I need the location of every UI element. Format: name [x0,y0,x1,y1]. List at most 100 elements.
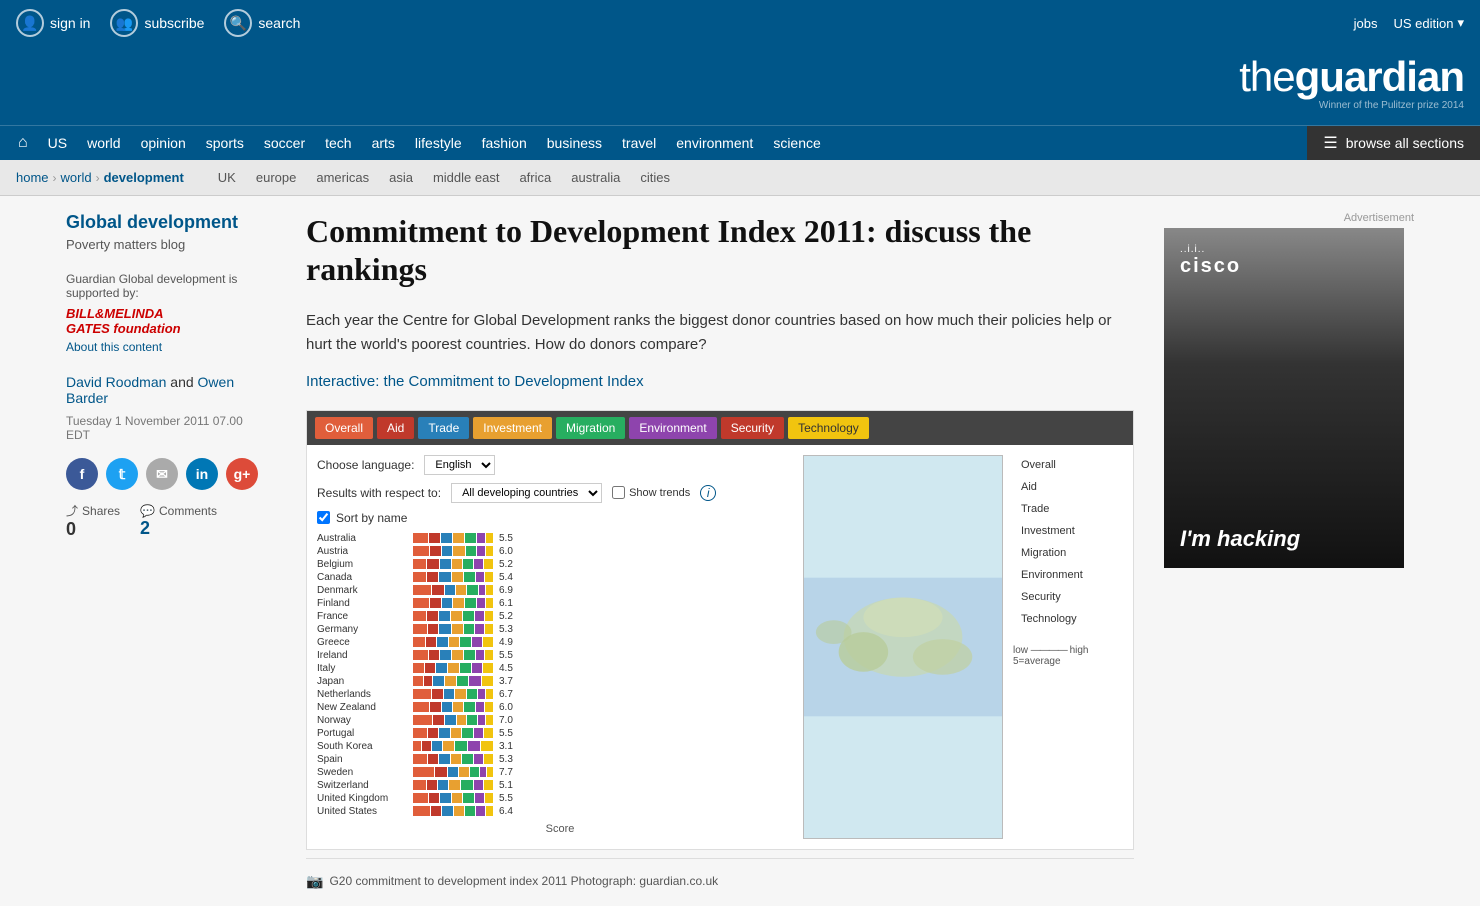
legend-investment[interactable]: Investment [1013,521,1123,541]
section-subtitle: Poverty matters blog [66,237,266,252]
scale-legend: low ———— high5=average [1013,645,1123,667]
geo-cities[interactable]: cities [630,160,680,195]
subscribe-button[interactable]: 👥 subscribe [110,9,204,37]
nav-business[interactable]: business [537,127,612,159]
geo-uk[interactable]: UK [208,160,246,195]
table-row: Australia 5.5 [317,533,803,544]
legend-migration[interactable]: Migration [1013,543,1123,563]
tab-technology[interactable]: Technology [788,417,869,439]
tab-overall[interactable]: Overall [315,417,373,439]
breadcrumb-current[interactable]: development [104,170,184,185]
tab-investment[interactable]: Investment [473,417,552,439]
camera-icon: 📷 [306,873,323,890]
sort-label: Sort by name [336,511,407,525]
sign-in-label: sign in [50,15,90,31]
breadcrumb-home[interactable]: home [16,170,49,185]
nav-tech[interactable]: tech [315,127,361,159]
sign-in-button[interactable]: 👤 sign in [16,9,90,37]
table-row: Canada 5.4 [317,572,803,583]
tab-environment[interactable]: Environment [629,417,716,439]
gates-logo: BILL&MELINDA GATES foundation [66,306,266,336]
edition-selector[interactable]: US edition ▾ [1393,15,1464,31]
shares-label: ⤴ Shares [66,502,120,519]
legend-aid[interactable]: Aid [1013,477,1123,497]
nav-sports[interactable]: sports [196,127,254,159]
chart-bar [413,715,493,725]
language-select[interactable]: English [424,455,495,475]
chart-bar [413,559,493,569]
nav-world[interactable]: world [77,127,130,159]
table-row: Portugal 5.5 [317,728,803,739]
legend-security[interactable]: Security [1013,587,1123,607]
interactive-link[interactable]: Interactive: the Commitment to Developme… [306,373,1134,390]
table-row: Finland 6.1 [317,598,803,609]
geo-links: UK europe americas asia middle east afri… [208,160,680,195]
linkedin-share-button[interactable]: in [186,458,218,490]
search-icon: 🔍 [224,9,252,37]
table-row: United Kingdom 5.5 [317,793,803,804]
show-trends-input[interactable] [612,486,625,499]
sidebar: Global development Poverty matters blog … [66,212,286,890]
legend-area: Overall Aid Trade Investment Migration E… [1003,455,1123,839]
geo-europe[interactable]: europe [246,160,306,195]
sort-checkbox[interactable] [317,511,330,524]
tab-migration[interactable]: Migration [556,417,625,439]
ad-box[interactable]: ..i.i.. cisco I'm hacking [1164,228,1404,568]
geo-middle-east[interactable]: middle east [423,160,509,195]
shares-block: ⤴ Shares 0 [66,502,120,540]
nav-fashion[interactable]: fashion [472,127,537,159]
cisco-logo: cisco [1180,255,1241,278]
section-title: Global development [66,212,266,233]
legend-overall[interactable]: Overall [1013,455,1123,475]
home-icon[interactable]: ⌂ [8,126,38,160]
email-share-button[interactable]: ✉ [146,458,178,490]
tab-aid[interactable]: Aid [377,417,414,439]
show-trends-checkbox[interactable]: Show trends [612,486,690,499]
search-button[interactable]: 🔍 search [224,9,300,37]
googleplus-share-button[interactable]: g+ [226,458,258,490]
geo-americas[interactable]: americas [306,160,379,195]
breadcrumb-sep1: › [53,171,57,185]
jobs-link[interactable]: jobs [1354,16,1378,31]
tab-trade[interactable]: Trade [418,417,469,439]
geo-africa[interactable]: africa [509,160,561,195]
nav-arts[interactable]: arts [362,127,405,159]
nav-science[interactable]: science [763,127,830,159]
twitter-share-button[interactable]: 𝕥 [106,458,138,490]
nav-travel[interactable]: travel [612,127,666,159]
nav-us[interactable]: US [38,127,77,159]
table-row: New Zealand 6.0 [317,702,803,713]
tab-security[interactable]: Security [721,417,784,439]
author1-link[interactable]: David Roodman [66,374,166,390]
shares-comments: ⤴ Shares 0 💬 Comments 2 [66,502,266,540]
site-logo[interactable]: theguardian [1239,56,1464,98]
breadcrumb: home › world › development [16,160,184,195]
author-names: David Roodman and Owen Barder [66,374,266,406]
nav-environment[interactable]: environment [666,127,763,159]
interactive-tabs: Overall Aid Trade Investment Migration E… [307,411,1133,445]
facebook-share-button[interactable]: f [66,458,98,490]
nav-opinion[interactable]: opinion [131,127,196,159]
nav-soccer[interactable]: soccer [254,127,315,159]
results-select[interactable]: All developing countries [451,483,602,503]
top-bar-left: 👤 sign in 👥 subscribe 🔍 search [16,9,300,37]
breadcrumb-world[interactable]: world [61,170,92,185]
site-header: theguardian Winner of the Pulitzer prize… [0,46,1480,125]
table-row: Spain 5.3 [317,754,803,765]
table-row: Ireland 5.5 [317,650,803,661]
ad-image: ..i.i.. cisco I'm hacking [1164,228,1404,568]
legend-technology[interactable]: Technology [1013,609,1123,629]
table-row: Norway 7.0 [317,715,803,726]
table-row: United States 6.4 [317,806,803,817]
sort-row: Sort by name [317,511,803,525]
nav-lifestyle[interactable]: lifestyle [405,127,472,159]
main-nav-links: ⌂ US world opinion sports soccer tech ar… [0,126,1307,160]
legend-trade[interactable]: Trade [1013,499,1123,519]
info-icon[interactable]: i [700,485,716,501]
geo-asia[interactable]: asia [379,160,423,195]
about-content-link[interactable]: About this content [66,340,266,354]
legend-environment[interactable]: Environment [1013,565,1123,585]
geo-australia[interactable]: australia [561,160,630,195]
browse-all-sections-button[interactable]: ☰ browse all sections [1307,126,1480,160]
right-sidebar: Advertisement ..i.i.. cisco I'm hacking [1154,212,1414,890]
